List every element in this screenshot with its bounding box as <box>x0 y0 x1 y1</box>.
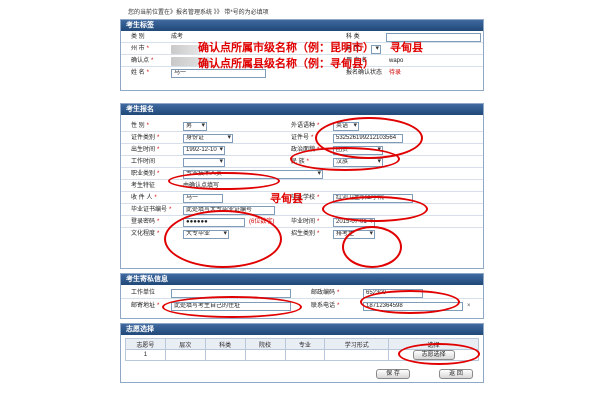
category-value: 成考 <box>171 34 184 40</box>
highlight-oval-cert-password <box>164 210 282 268</box>
username-value: wapo <box>389 58 404 64</box>
highlight-oval-enroll <box>342 226 402 268</box>
save-button[interactable]: 保 存 <box>376 369 410 379</box>
required-note: 带*号的为必填项 <box>224 10 269 16</box>
col-header: 科类 <box>204 338 246 350</box>
occupation-label: 职业类别 <box>131 171 156 177</box>
col-header: 志愿号 <box>125 338 166 350</box>
row-gender: 性 别* 男 外语语种* 英语 <box>121 121 483 132</box>
address-label: 邮寄地址 <box>131 303 156 309</box>
row-id: 证件类别* 身份证 证件号* 532526199212103564 <box>121 133 483 144</box>
back-button[interactable]: 返 回 <box>439 369 473 379</box>
id-no-label: 证件号 <box>291 135 310 141</box>
table-cell <box>164 349 206 361</box>
highlight-oval-school <box>322 196 428 222</box>
highlight-oval-address <box>162 296 302 318</box>
education-label: 文化程度 <box>131 231 156 237</box>
foreign-lang-label: 外语语种 <box>291 123 316 129</box>
work-unit-label: 工作单位 <box>131 290 156 296</box>
contact-title: 考生寄私信息 <box>121 274 483 285</box>
category-label: 类 别 <box>131 34 145 40</box>
highlight-oval-occupation <box>168 172 280 190</box>
subject-label: 科 类 <box>346 34 360 40</box>
table-cell <box>244 349 286 361</box>
receiver-input[interactable]: 马一 <box>183 194 223 203</box>
work-time-picker[interactable] <box>183 158 225 167</box>
birth-date-picker[interactable]: 1992-12-10 <box>183 146 225 155</box>
grad-time-label: 毕业时间 <box>291 219 316 225</box>
postcode-label: 邮政编码 <box>311 290 336 296</box>
city-value-redacted <box>171 45 201 54</box>
status-value: 待录 <box>389 70 402 76</box>
city-label: 州 市 <box>131 46 145 52</box>
receiver-label: 收 件 人 <box>131 195 153 201</box>
enroll-type-label: 招生类别 <box>291 231 316 237</box>
id-type-select[interactable]: 身份证 <box>183 134 233 143</box>
gender-select[interactable]: 男 <box>183 122 207 131</box>
breadcrumb-path: 您的当前位置在》报名管理系统 》》 <box>128 10 223 16</box>
row-cert: 毕业证书编号 * 此处填写大专毕业证编号 <box>121 205 483 216</box>
candidate-tag-panel: 考生标签 类 别 成考 科 类 州 市* 县 区* 确认点* 用 户 名 wap… <box>120 19 484 91</box>
candidate-tag-title: 考生标签 <box>121 20 483 31</box>
birth-label: 出生时间 <box>131 147 156 153</box>
col-header: 院校 <box>244 338 286 350</box>
registration-title: 考生报名 <box>121 104 483 115</box>
gender-label: 性 别 <box>131 123 145 129</box>
id-type-label: 证件类别 <box>131 135 156 141</box>
table-cell <box>204 349 246 361</box>
password-label: 登录密码 <box>131 219 156 225</box>
clear-phone-icon[interactable]: × <box>467 301 471 311</box>
breadcrumb: 您的当前位置在》报名管理系统 》》 带*号的为必填项 <box>128 8 528 18</box>
cert-no-label: 毕业证书编号 <box>131 207 168 213</box>
name-label: 姓 名 <box>131 70 145 76</box>
district-annotation: 寻甸县 <box>390 42 423 54</box>
table-cell <box>324 349 390 361</box>
col-header: 学习形式 <box>324 338 390 350</box>
highlight-oval-choice <box>398 343 480 365</box>
table-cell <box>284 349 326 361</box>
highlight-oval-political <box>290 147 400 171</box>
work-time-label: 工作时间 <box>131 159 156 165</box>
phone-label: 联系电话 <box>311 303 336 309</box>
subject-field[interactable] <box>386 33 481 42</box>
feature-label: 考生特征 <box>131 183 156 189</box>
school-annotation: 寻甸县 <box>270 193 303 205</box>
col-header: 层次 <box>164 338 206 350</box>
confirm-point-label: 确认点 <box>131 58 150 64</box>
city-annotation: 确认点所属市级名称（例：昆明市） <box>198 42 374 54</box>
col-header: 专业 <box>284 338 326 350</box>
highlight-oval-phone <box>360 290 460 314</box>
point-annotation: 确认点所属县级名称（例：寻甸县） <box>198 58 374 70</box>
choice-number: 1 <box>125 349 166 361</box>
choices-title: 志愿选择 <box>121 324 483 335</box>
